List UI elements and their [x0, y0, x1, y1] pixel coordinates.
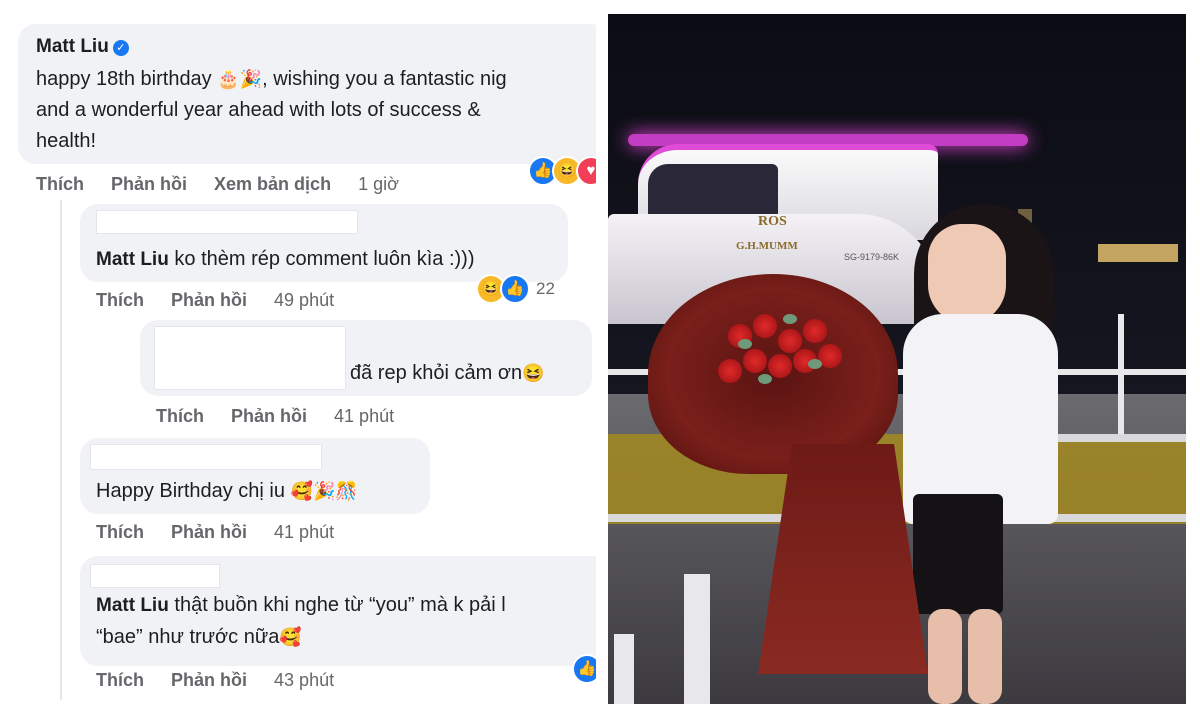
comment-author[interactable]: Matt Liu — [96, 595, 169, 616]
reaction-summary[interactable]: 👍 — [572, 654, 596, 684]
comment-bubble-5: Matt Liu thật buồn khi nghe từ “you” mà … — [80, 556, 596, 666]
reply-thread-line — [60, 200, 62, 700]
smiling-hearts-emoji-icon: 🥰 — [279, 627, 302, 647]
comment-text-line: health! — [36, 130, 97, 152]
comment-text: đã rep khỏi cảm ơn — [350, 362, 523, 384]
comment-actions: Thích Phản hồi 49 phút — [96, 290, 356, 311]
birthday-photo: ROS G.H.MUMM SG-9179-86K — [608, 14, 1186, 704]
comment-text: ko thèm rép comment luôn kìa :))) — [174, 248, 475, 270]
comment-text-line: and a wonderful year ahead with lots of … — [36, 99, 481, 121]
verified-badge-icon: ✓ — [112, 40, 129, 56]
comment-actions: Thích Phản hồi 43 phút — [96, 670, 356, 691]
leg — [928, 609, 962, 704]
like-button[interactable]: Thích — [96, 290, 144, 310]
comment-timestamp[interactable]: 49 phút — [274, 290, 334, 310]
comment-text-line: “bae” như trước nữa — [96, 626, 280, 648]
translate-button[interactable]: Xem bản dịch — [214, 174, 331, 194]
comment-bubble-4: Happy Birthday chị iu 🥰🎉🎊 — [80, 438, 430, 514]
reaction-count: 22 — [536, 279, 555, 298]
comment-text-line: thật buồn khi nghe từ “you” mà k pải l — [174, 594, 506, 616]
leg — [968, 609, 1002, 704]
reply-button[interactable]: Phản hồi — [171, 522, 247, 542]
cake-emoji-icon: 🎂 — [217, 69, 240, 89]
party-popper-emoji-icon: 🎉 — [312, 481, 336, 501]
smiling-hearts-emoji-icon: 🥰 — [290, 481, 313, 501]
haha-emoji-icon: 😆 — [522, 363, 545, 383]
comment-text-line: happy 18th birthday — [36, 68, 212, 90]
white-jacket — [903, 314, 1058, 524]
comment-timestamp[interactable]: 1 giờ — [358, 174, 399, 194]
comment-text: Happy Birthday chị iu — [96, 480, 285, 502]
redacted-name — [90, 444, 322, 470]
comment-actions: Thích Phản hồi Xem bản dịch 1 giờ — [36, 174, 421, 195]
like-reaction-icon: 👍 — [500, 274, 530, 304]
party-popper-emoji-icon: 🎉 — [239, 69, 263, 89]
redacted-name — [154, 326, 346, 390]
comment-author[interactable]: Matt Liu — [36, 36, 109, 57]
comment-timestamp[interactable]: 41 phút — [334, 406, 394, 426]
reply-button[interactable]: Phản hồi — [171, 670, 247, 690]
comment-actions: Thích Phản hồi 41 phút — [96, 522, 356, 543]
comment-bubble-1: Matt Liu ✓ happy 18th birthday 🎂🎉, wishin… — [18, 24, 596, 164]
redacted-name — [96, 210, 358, 234]
love-reaction-icon: ♥ — [576, 156, 596, 186]
like-button[interactable]: Thích — [156, 406, 204, 426]
comment-bubble-3: đã rep khỏi cảm ơn😆 — [140, 320, 592, 396]
like-button[interactable]: Thích — [36, 174, 84, 194]
face — [928, 224, 1006, 324]
reply-button[interactable]: Phản hồi — [111, 174, 187, 194]
comment-bubble-2: Matt Liu ko thèm rép comment luôn kìa :)… — [80, 204, 568, 282]
reply-button[interactable]: Phản hồi — [171, 290, 247, 310]
like-button[interactable]: Thích — [96, 670, 144, 690]
reply-button[interactable]: Phản hồi — [231, 406, 307, 426]
like-button[interactable]: Thích — [96, 522, 144, 542]
reaction-summary[interactable]: 😆 👍 22 — [476, 274, 555, 304]
comment-timestamp[interactable]: 43 phút — [274, 670, 334, 690]
comment-actions: Thích Phản hồi 41 phút — [156, 406, 416, 427]
confetti-emoji-icon: 🎊 — [335, 481, 358, 501]
comment-timestamp[interactable]: 41 phút — [274, 522, 334, 542]
comment-author[interactable]: Matt Liu — [96, 249, 169, 270]
like-reaction-icon: 👍 — [572, 654, 596, 684]
black-skirt — [913, 494, 1003, 614]
reaction-summary[interactable]: 👍 😆 ♥ — [528, 156, 596, 186]
comment-thread-panel: Matt Liu ✓ happy 18th birthday 🎂🎉, wishin… — [0, 0, 596, 720]
comment-text-line: , wishing you a fantastic nig — [262, 68, 507, 90]
redacted-name — [90, 564, 220, 588]
